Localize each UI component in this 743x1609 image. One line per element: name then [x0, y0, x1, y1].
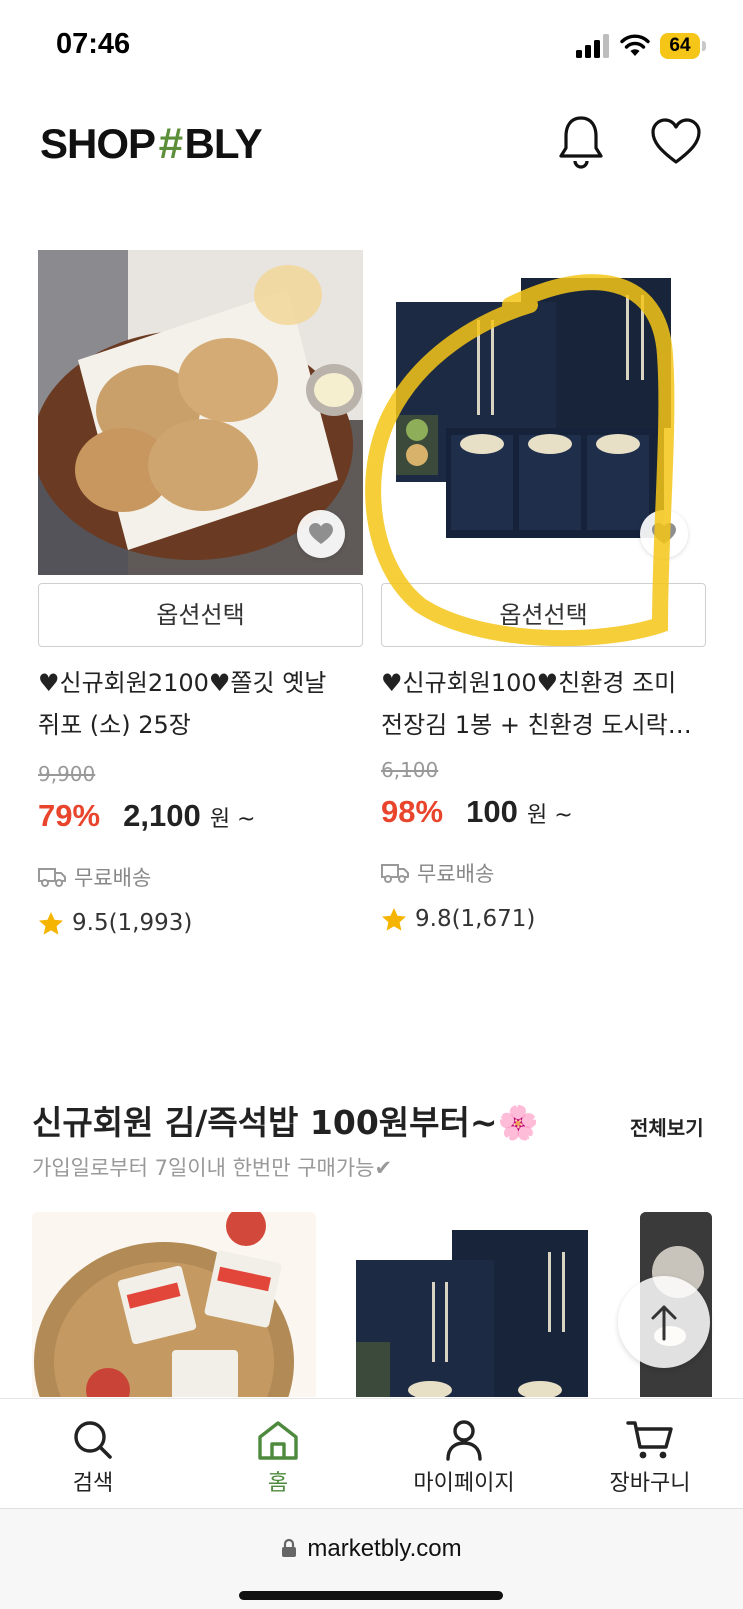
nav-search[interactable]: 검색	[13, 1419, 173, 1497]
bottom-navigation: 검색 홈 마이페이지 장바구니	[0, 1398, 743, 1509]
url-text: marketbly.com	[307, 1535, 462, 1562]
home-indicator[interactable]	[239, 1591, 503, 1600]
heart-filled-icon	[652, 523, 676, 544]
sale-price: 2,100	[123, 798, 201, 833]
product-title-line2: 쥐포 (소) 25장	[38, 711, 191, 739]
star-icon	[382, 907, 406, 931]
logo-text-right: BLY	[184, 120, 263, 167]
truck-icon	[38, 868, 66, 887]
battery-indicator: 64	[660, 33, 706, 59]
truck-icon	[381, 864, 409, 883]
shipping-info: 무료배송	[38, 862, 151, 892]
product-title-line2: 전장김 1봉 + 친환경 도시락…	[381, 711, 692, 739]
scroll-to-top-button[interactable]	[618, 1276, 710, 1368]
product-title[interactable]: ♥신규회원2100♥쫄깃 옛날 쥐포 (소) 25장	[38, 662, 363, 746]
shopby-logo[interactable]: SHOP # BLY	[40, 119, 263, 168]
lock-icon	[282, 1538, 297, 1557]
discount-rate: 79%	[38, 798, 101, 833]
rating-value: 9.5(1,993)	[72, 910, 193, 936]
cart-icon	[626, 1421, 673, 1459]
shipping-label: 무료배송	[417, 862, 495, 886]
nav-label: 홈	[267, 1471, 289, 1496]
view-all-link[interactable]: 전체보기	[630, 1112, 704, 1141]
arrow-up-icon	[651, 1305, 677, 1341]
wishlist-button[interactable]	[297, 510, 345, 558]
wifi-icon	[620, 34, 650, 56]
rating: 9.8(1,671)	[381, 906, 535, 932]
currency: 원 ~	[209, 807, 256, 832]
discount-rate: 98%	[381, 794, 444, 829]
product-title[interactable]: ♥신규회원100♥친환경 조미 전장김 1봉 + 친환경 도시락…	[381, 662, 706, 746]
product-title-line1: ♥신규회원2100♥쫄깃 옛날	[38, 669, 327, 697]
sale-price: 100	[466, 794, 518, 829]
logo-mark: #	[158, 119, 183, 168]
nav-cart[interactable]: 장바구니	[570, 1419, 730, 1497]
option-select-button[interactable]: 옵션선택	[38, 583, 363, 647]
original-price: 9,900	[38, 762, 96, 786]
currency: 원 ~	[526, 803, 573, 828]
signal-icon	[576, 34, 609, 58]
section-subtitle: 가입일로부터 7일이내 한번만 구매가능✔	[32, 1156, 393, 1180]
product-image-apple-chips[interactable]	[32, 1212, 316, 1397]
logo-text-left: SHOP	[40, 120, 156, 167]
shipping-info: 무료배송	[381, 858, 494, 888]
shipping-label: 무료배송	[74, 866, 152, 890]
person-icon	[446, 1420, 482, 1461]
status-time: 07:46	[56, 28, 131, 60]
browser-address-bar[interactable]: marketbly.com	[0, 1508, 743, 1609]
price-row: 98% 100 원 ~	[381, 794, 573, 830]
product-image-dried-filefish[interactable]	[38, 250, 363, 575]
home-icon	[258, 1421, 298, 1460]
url-row[interactable]: marketbly.com	[0, 1535, 743, 1563]
rating-value: 9.8(1,671)	[415, 906, 536, 932]
product-image-seaweed-2[interactable]	[340, 1212, 606, 1397]
rating: 9.5(1,993)	[38, 910, 192, 936]
star-icon	[39, 911, 63, 935]
price-row: 79% 2,100 원 ~	[38, 798, 255, 834]
search-icon	[74, 1421, 112, 1459]
option-select-button[interactable]: 옵션선택	[381, 583, 706, 647]
nav-mypage[interactable]: 마이페이지	[384, 1419, 544, 1497]
section-title: 신규회원 김/즉석밥 100원부터~🌸	[32, 1103, 539, 1142]
original-price: 6,100	[381, 758, 439, 782]
nav-home[interactable]: 홈	[198, 1419, 358, 1497]
product-title-line1: ♥신규회원100♥친환경 조미	[381, 669, 677, 697]
battery-level: 64	[660, 33, 700, 59]
wishlist-button[interactable]	[640, 510, 688, 558]
bell-icon[interactable]	[556, 114, 606, 170]
product-image-seaweed[interactable]	[381, 250, 706, 575]
nav-label: 검색	[72, 1471, 114, 1496]
heart-icon[interactable]	[650, 116, 702, 166]
nav-label: 장바구니	[609, 1471, 691, 1496]
nav-label: 마이페이지	[413, 1471, 515, 1496]
heart-filled-icon	[309, 523, 333, 544]
